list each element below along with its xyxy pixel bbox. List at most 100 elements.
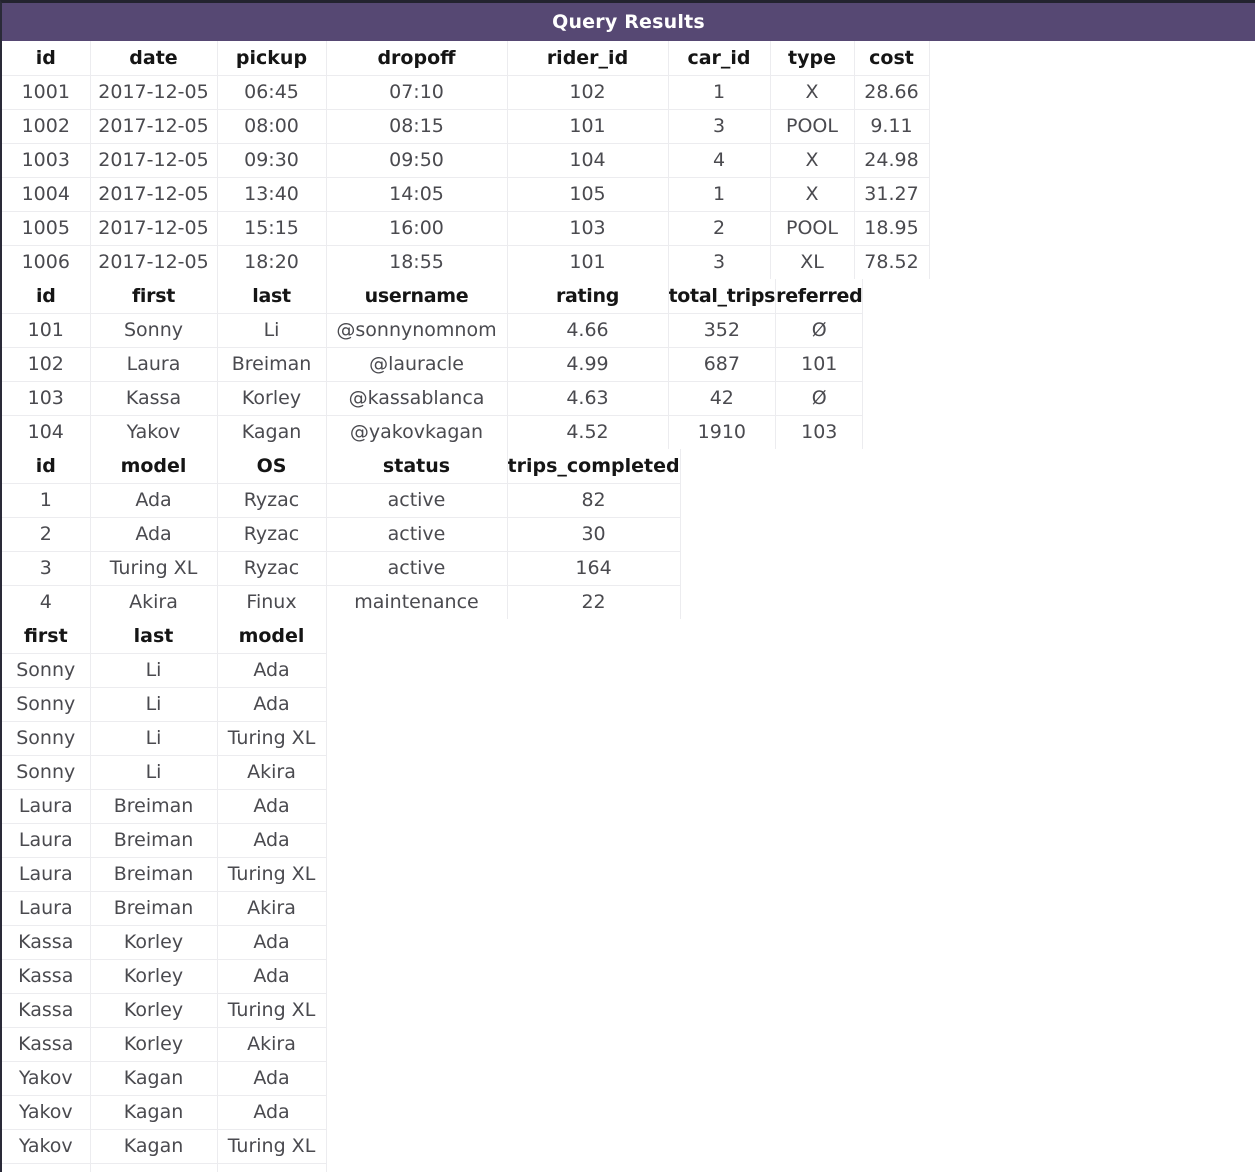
table-cell: 101	[775, 346, 864, 381]
table-cell: 2017-12-05	[90, 176, 218, 211]
table-cell: 1	[668, 176, 771, 211]
table-cell: @lauracle	[326, 346, 508, 381]
table-cell: Laura	[2, 788, 91, 823]
table-cell: 101	[2, 312, 91, 347]
column-header: id	[2, 449, 91, 483]
table-cell: Li	[90, 754, 218, 789]
table-row: 1006 2017-12-05 18:20 18:55 101 3 XL 78.52	[2, 244, 930, 279]
table-cell: 2	[2, 516, 91, 551]
table-cell: Sonny	[90, 312, 218, 347]
table-cell: 1910	[668, 414, 777, 449]
table-cell: Finux	[217, 584, 327, 619]
column-header: referred	[775, 279, 864, 313]
table-cell: Laura	[90, 346, 218, 381]
column-header: car_id	[668, 41, 771, 75]
table-cell: 09:50	[326, 142, 508, 177]
table-cell: Yakov	[2, 1094, 91, 1129]
table-row: 1002 2017-12-05 08:00 08:15 101 3 POOL 9.11	[2, 108, 930, 143]
table-cell: 18:55	[326, 244, 508, 279]
table-cell: Ø	[775, 312, 864, 347]
table-cell: Sonny	[2, 686, 91, 721]
query-results-window: Query Results id date pickup dropoff rider_i…	[0, 0, 1255, 1172]
table-cell: 06:45	[217, 74, 327, 109]
table-row: Sonny Li Ada	[2, 652, 327, 687]
column-header: last	[90, 619, 218, 653]
table-cell: 08:15	[326, 108, 508, 143]
table-cell: Kagan	[90, 1094, 218, 1129]
table-cell: Yakov	[2, 1162, 91, 1172]
table-cell: 103	[2, 380, 91, 415]
table-cell: Laura	[2, 890, 91, 925]
table-cell: 164	[507, 550, 681, 585]
table-cell: 07:10	[326, 74, 508, 109]
column-header: total_trips	[668, 279, 777, 313]
table-cell: 14:05	[326, 176, 508, 211]
table-cell: 1004	[2, 176, 91, 211]
table-cell: 101	[507, 108, 669, 143]
table-cell: XL	[770, 244, 855, 279]
table-cell: Sonny	[2, 720, 91, 755]
table-cell: Ada	[217, 686, 327, 721]
table-cell: 78.52	[854, 244, 930, 279]
table-cell: 4	[2, 584, 91, 619]
table-row: Sonny Li Akira	[2, 754, 327, 789]
table-cell: Ø	[775, 380, 864, 415]
table-cell: @yakovkagan	[326, 414, 508, 449]
table-cell: active	[326, 516, 508, 551]
table-cell: 2017-12-05	[90, 244, 218, 279]
column-header: cost	[854, 41, 930, 75]
table-cell: 4	[668, 142, 771, 177]
table-cell: Breiman	[217, 346, 327, 381]
trips-table: id date pickup dropoff rider_id car_id type cos…	[2, 41, 930, 279]
table-cell: Sonny	[2, 652, 91, 687]
table-cell: Korley	[90, 958, 218, 993]
table-cell: 103	[775, 414, 864, 449]
header-row: id date pickup dropoff rider_id car_id type cos…	[2, 41, 930, 75]
column-header: id	[2, 41, 91, 75]
table-cell: POOL	[770, 108, 855, 143]
table-cell: Ryzac	[217, 516, 327, 551]
column-header: rider_id	[507, 41, 669, 75]
table-row: 1 Ada Ryzac active 82	[2, 482, 681, 517]
table-cell: Ada	[217, 788, 327, 823]
table-cell: Breiman	[90, 822, 218, 857]
table-cell: 15:15	[217, 210, 327, 245]
table-cell: Akira	[217, 1162, 327, 1172]
table-cell: Laura	[2, 822, 91, 857]
join-table: first last model Sonny Li Ada Sonny Li Ada Sonny L…	[2, 619, 327, 1172]
table-row: 1003 2017-12-05 09:30 09:50 104 4 X 24.98	[2, 142, 930, 177]
table-cell: 102	[2, 346, 91, 381]
table-cell: Li	[217, 312, 327, 347]
table-cell: Akira	[217, 890, 327, 925]
table-row: 3 Turing XL Ryzac active 164	[2, 550, 681, 585]
table-cell: Kassa	[90, 380, 218, 415]
table-row: Laura Breiman Akira	[2, 890, 327, 925]
results-area[interactable]: id date pickup dropoff rider_id car_id type cos…	[2, 41, 1255, 1172]
table-cell: 2017-12-05	[90, 142, 218, 177]
table-cell: X	[770, 142, 855, 177]
table-row: Kassa Korley Ada	[2, 924, 327, 959]
table-cell: 1003	[2, 142, 91, 177]
table-cell: 4.63	[507, 380, 669, 415]
table-cell: @sonnynomnom	[326, 312, 508, 347]
column-header: status	[326, 449, 508, 483]
table-cell: Ada	[217, 958, 327, 993]
table-cell: 1002	[2, 108, 91, 143]
table-cell: 82	[507, 482, 681, 517]
table-row: Yakov Kagan Ada	[2, 1094, 327, 1129]
table-cell: Ada	[217, 1094, 327, 1129]
table-row: 4 Akira Finux maintenance 22	[2, 584, 681, 619]
table-cell: Akira	[217, 1026, 327, 1061]
table-cell: Ada	[90, 482, 218, 517]
table-cell: Kassa	[2, 958, 91, 993]
table-cell: Kassa	[2, 992, 91, 1027]
table-cell: Ryzac	[217, 482, 327, 517]
table-cell: Sonny	[2, 754, 91, 789]
table-cell: Kassa	[2, 1026, 91, 1061]
table-row: 102 Laura Breiman @lauracle 4.99 687 101	[2, 346, 864, 381]
table-cell: 4.52	[507, 414, 669, 449]
table-cell: Breiman	[90, 890, 218, 925]
table-row: YakovKaganAkira	[2, 1162, 327, 1172]
table-cell: 687	[668, 346, 777, 381]
table-row: Yakov Kagan Ada	[2, 1060, 327, 1095]
